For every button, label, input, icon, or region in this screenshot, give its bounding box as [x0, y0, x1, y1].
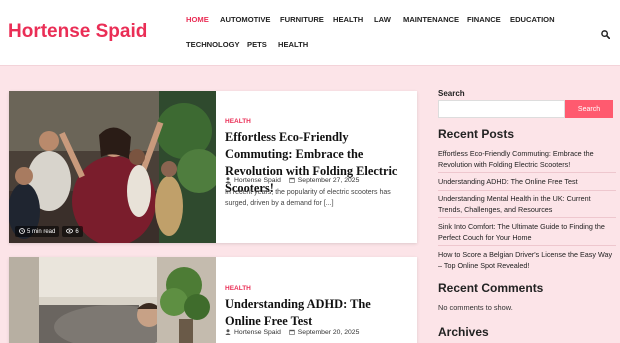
- search-icon[interactable]: [601, 26, 611, 40]
- read-time-badge: 5 min read: [15, 226, 60, 237]
- post-badges: 5 min read 6: [15, 226, 83, 237]
- post-thumbnail[interactable]: [9, 257, 216, 343]
- divider: [438, 217, 616, 218]
- divider: [438, 245, 616, 246]
- site-title[interactable]: Hortense Spaid: [8, 21, 147, 43]
- post-excerpt: In recent years, the popularity of elect…: [225, 189, 391, 207]
- nav-item-education[interactable]: EDUCATION: [510, 15, 555, 24]
- post-card: HEALTH Understanding ADHD: The Online Fr…: [9, 257, 417, 343]
- post-meta: Hortense Spaid September 27, 2025: [225, 177, 359, 184]
- nav-item-technology[interactable]: TECHNOLOGY: [186, 40, 240, 49]
- nav-item-health-2[interactable]: HEALTH: [278, 40, 308, 49]
- recent-post-link[interactable]: Understanding ADHD: The Online Free Test: [438, 176, 616, 187]
- views-badge: 6: [62, 226, 83, 237]
- nav-item-maintenance[interactable]: MAINTENANCE: [403, 15, 459, 24]
- post-card: 5 min read 6 HEALTH Effortless Eco-Frien…: [9, 91, 417, 243]
- recent-comments-title: Recent Comments: [438, 281, 544, 295]
- post-thumbnail[interactable]: 5 min read 6: [9, 91, 216, 243]
- main-nav: HOME AUTOMOTIVE FURNITURE HEALTH LAW MAI…: [186, 0, 596, 66]
- nav-item-law[interactable]: LAW: [374, 15, 391, 24]
- post-author[interactable]: Hortense Spaid: [234, 329, 281, 336]
- eye-icon: [66, 228, 74, 234]
- nav-item-finance[interactable]: FINANCE: [467, 15, 501, 24]
- site-header: Hortense Spaid HOME AUTOMOTIVE FURNITURE…: [0, 0, 620, 66]
- calendar-icon: [289, 177, 295, 183]
- recent-post-link[interactable]: Effortless Eco-Friendly Commuting: Embra…: [438, 148, 616, 170]
- no-comments-text: No comments to show.: [438, 303, 513, 312]
- search-widget-label: Search: [438, 89, 465, 98]
- recent-post-link[interactable]: How to Score a Belgian Driver's License …: [438, 249, 616, 271]
- post-category[interactable]: HEALTH: [225, 118, 251, 125]
- post-category[interactable]: HEALTH: [225, 285, 251, 292]
- nav-item-pets[interactable]: PETS: [247, 40, 267, 49]
- user-icon: [225, 329, 231, 335]
- sidebar-search-button[interactable]: Search: [565, 100, 613, 118]
- nav-item-automotive[interactable]: AUTOMOTIVE: [220, 15, 271, 24]
- calendar-icon: [289, 329, 295, 335]
- user-icon: [225, 177, 231, 183]
- clock-icon: [19, 228, 25, 234]
- nav-item-health[interactable]: HEALTH: [333, 15, 363, 24]
- post-date[interactable]: September 20, 2025: [298, 329, 360, 336]
- archives-title: Archives: [438, 325, 489, 339]
- post-author[interactable]: Hortense Spaid: [234, 177, 281, 184]
- post-title[interactable]: Understanding ADHD: The Online Free Test: [225, 296, 405, 330]
- nav-item-furniture[interactable]: FURNITURE: [280, 15, 324, 24]
- recent-post-link[interactable]: Sink Into Comfort: The Ultimate Guide to…: [438, 221, 616, 243]
- post-date[interactable]: September 27, 2025: [298, 177, 360, 184]
- nav-item-home[interactable]: HOME: [186, 15, 209, 24]
- recent-posts-title: Recent Posts: [438, 127, 515, 141]
- sidebar-search-input[interactable]: [438, 100, 565, 118]
- recent-post-link[interactable]: Understanding Mental Health in the UK: C…: [438, 193, 616, 215]
- post-meta: Hortense Spaid September 20, 2025: [225, 329, 359, 336]
- divider: [438, 172, 616, 173]
- divider: [438, 190, 616, 191]
